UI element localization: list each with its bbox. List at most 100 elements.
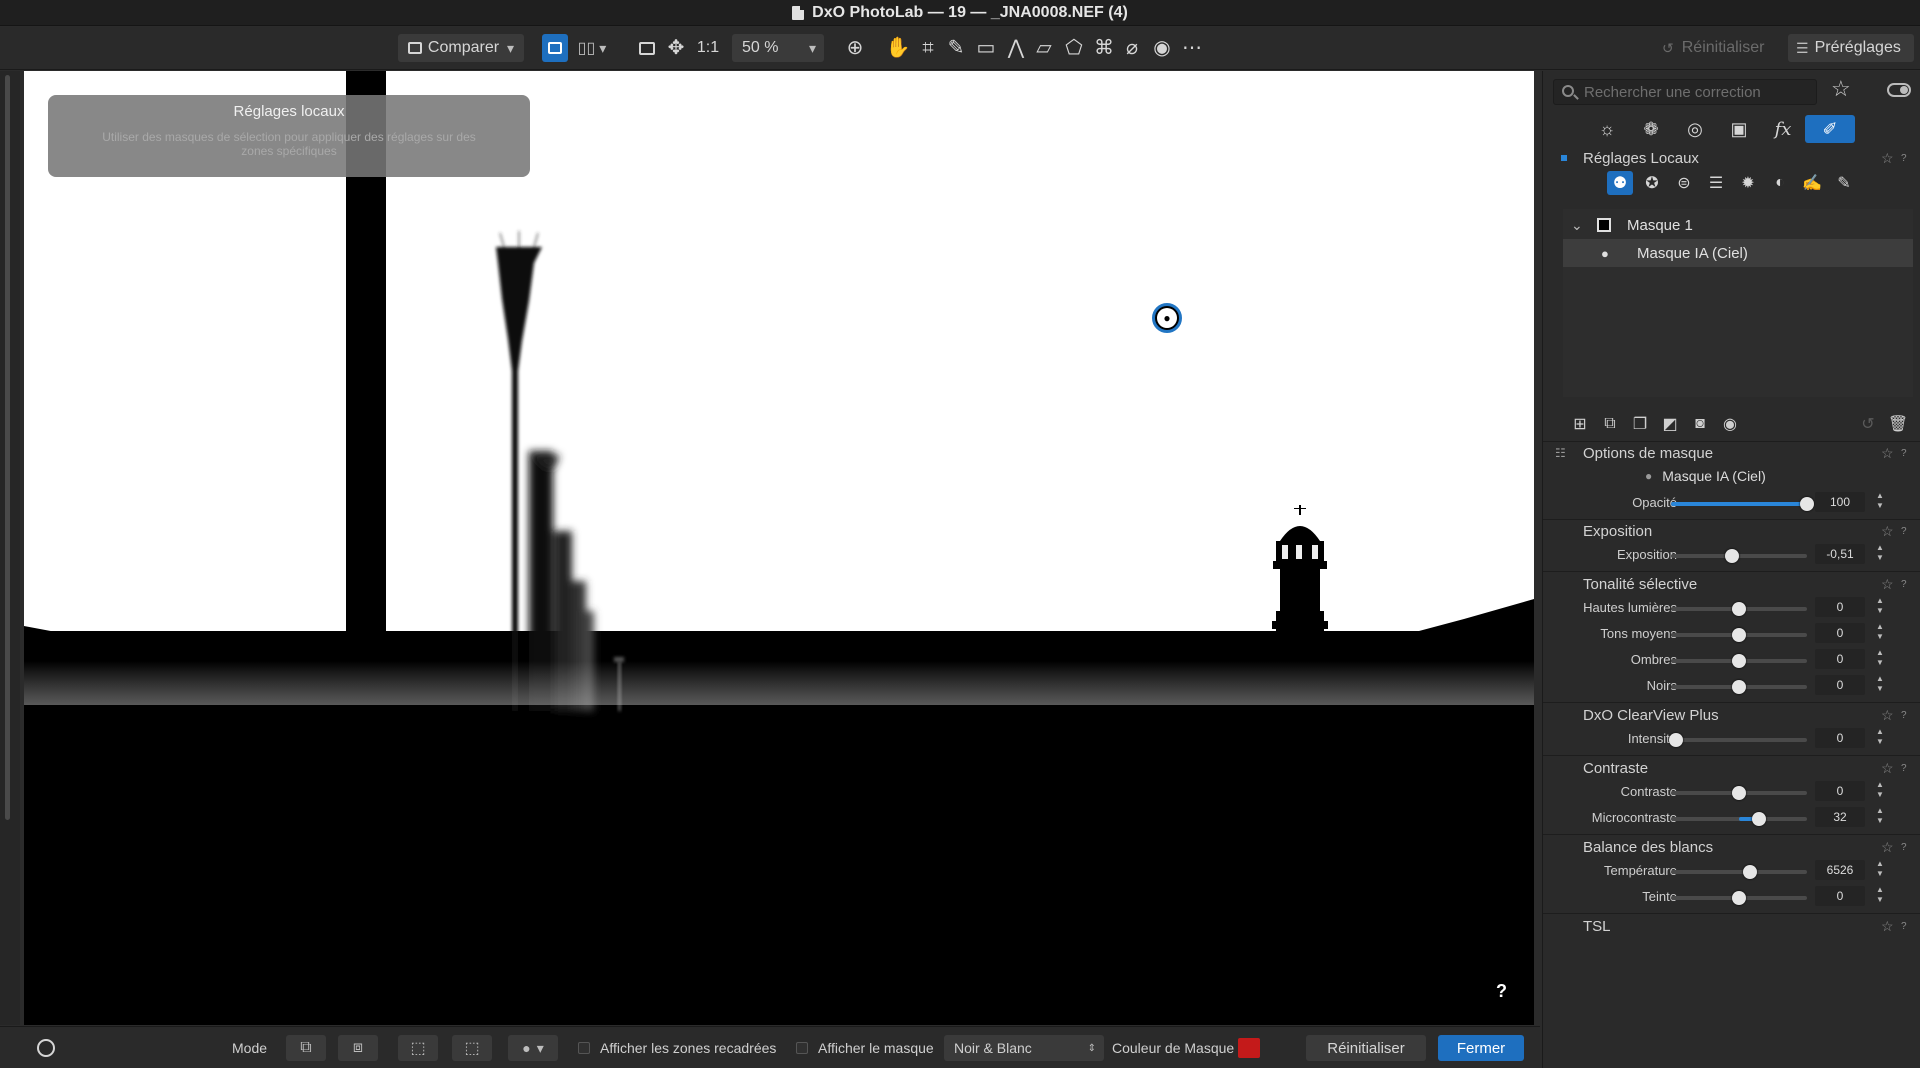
- single-view-button[interactable]: [542, 34, 568, 62]
- auto-mask-tool[interactable]: ✍: [1799, 171, 1825, 195]
- brush-tool[interactable]: ✎: [1831, 171, 1857, 195]
- show-cropped-toggle[interactable]: Afficher les zones recadrées: [578, 1035, 776, 1061]
- help-icon[interactable]: ?: [1901, 448, 1907, 459]
- exposure-stepper[interactable]: ▲ ▼: [1876, 543, 1884, 563]
- compare-button[interactable]: Comparer ▾: [398, 34, 524, 62]
- help-icon[interactable]: ?: [1901, 763, 1907, 774]
- star-icon[interactable]: ☆: [1881, 760, 1894, 777]
- clearview-value[interactable]: 0: [1815, 728, 1865, 748]
- close-button[interactable]: Fermer: [1438, 1035, 1524, 1061]
- opacity-value[interactable]: 100: [1815, 492, 1865, 512]
- delete-mask-button[interactable]: 🗑: [1885, 411, 1911, 437]
- star-icon[interactable]: ☆: [1881, 576, 1894, 593]
- ai-mask-pin[interactable]: ●: [1152, 303, 1182, 333]
- opacity-slider[interactable]: [1671, 497, 1814, 511]
- temperature-knob[interactable]: [1742, 865, 1757, 879]
- shadows-knob[interactable]: [1732, 654, 1746, 668]
- reset-all-button[interactable]: ↺ Réinitialiser: [1652, 34, 1780, 62]
- temperature-stepper[interactable]: ▲ ▼: [1876, 859, 1884, 879]
- midtones-knob[interactable]: [1732, 628, 1746, 642]
- show-mask-toggle[interactable]: Afficher le masque: [796, 1035, 934, 1061]
- crop-tool-button[interactable]: ⌗: [916, 34, 940, 62]
- tint-value[interactable]: 0: [1815, 886, 1865, 906]
- star-icon[interactable]: ☆: [1881, 839, 1894, 856]
- local-adjustments-header[interactable]: Réglages Locaux ☆ ?: [1543, 146, 1920, 170]
- contrast-value[interactable]: 0: [1815, 781, 1865, 801]
- contrast-stepper[interactable]: ▲ ▼: [1876, 780, 1884, 800]
- show-cropped-checkbox[interactable]: [578, 1042, 590, 1054]
- blacks-slider[interactable]: [1671, 680, 1807, 694]
- midtones-value[interactable]: 0: [1815, 623, 1865, 643]
- panel-toggle-icon[interactable]: [1887, 83, 1911, 97]
- tab-effects[interactable]: fx: [1761, 115, 1805, 143]
- shadows-slider[interactable]: [1671, 654, 1807, 668]
- graduated-filter-tool[interactable]: ☰: [1703, 171, 1729, 195]
- tint-stepper[interactable]: ▲ ▼: [1876, 885, 1884, 905]
- vertical-scrollbar[interactable]: [5, 75, 10, 820]
- tab-color[interactable]: ❁: [1629, 115, 1673, 143]
- tab-geometry[interactable]: ▣: [1717, 115, 1761, 143]
- add-submask-button[interactable]: ⧉: [1597, 411, 1623, 437]
- add-mask-button[interactable]: ⊞: [1567, 411, 1593, 437]
- clearview-knob[interactable]: [1669, 733, 1684, 747]
- perspective-rect-button[interactable]: ▱: [1032, 34, 1056, 62]
- horizon-tool-button[interactable]: ▭: [974, 34, 998, 62]
- duplicate-mask-button[interactable]: ❐: [1627, 411, 1653, 437]
- selection-add-button[interactable]: ⬚: [398, 1035, 438, 1061]
- invert-mask-button[interactable]: ◩: [1657, 411, 1683, 437]
- star-icon[interactable]: ☆: [1881, 150, 1894, 167]
- clearview-header[interactable]: DxO ClearView Plus ☆ ?: [1543, 703, 1920, 727]
- zoom-1-1-button[interactable]: 1:1: [694, 34, 722, 62]
- help-button[interactable]: ?: [1496, 981, 1507, 1002]
- tab-detail[interactable]: ◎: [1673, 115, 1717, 143]
- highlights-knob[interactable]: [1732, 602, 1746, 616]
- zoom-in-button[interactable]: ⊕: [842, 34, 868, 62]
- midtones-slider[interactable]: [1671, 628, 1807, 642]
- guides-button[interactable]: ⋯: [1180, 34, 1204, 62]
- help-icon[interactable]: ?: [1901, 153, 1907, 164]
- highlights-stepper[interactable]: ▲ ▼: [1876, 596, 1884, 616]
- search-field[interactable]: Rechercher une correction: [1553, 79, 1817, 105]
- highlights-slider[interactable]: [1671, 602, 1807, 616]
- contrast-knob[interactable]: [1732, 786, 1746, 800]
- mask-display-select[interactable]: Noir & Blanc ⇕: [944, 1035, 1104, 1061]
- reset-button[interactable]: Réinitialiser: [1306, 1035, 1426, 1061]
- contrast-slider[interactable]: [1671, 786, 1807, 800]
- mode-subtract-button[interactable]: ⧈: [338, 1035, 378, 1061]
- mask-options-header[interactable]: ☷ Options de masque ☆ ?: [1543, 441, 1920, 465]
- help-icon[interactable]: ?: [1901, 579, 1907, 590]
- split-view-button[interactable]: ▯▯ ▾: [572, 34, 612, 62]
- hand-tool-button[interactable]: ✋: [886, 34, 911, 62]
- star-icon[interactable]: ☆: [1881, 707, 1894, 724]
- microcontrast-value[interactable]: 32: [1815, 807, 1865, 827]
- perspective-8pt-button[interactable]: ⬠: [1062, 34, 1086, 62]
- mask-item-row[interactable]: ● Masque IA (Ciel): [1563, 239, 1913, 267]
- clearview-stepper[interactable]: ▲ ▼: [1876, 727, 1884, 747]
- repair-tool-button[interactable]: ⌀: [1120, 34, 1144, 62]
- control-line-tool[interactable]: ⊜: [1671, 171, 1697, 195]
- color-tool[interactable]: ◐: [1767, 171, 1793, 195]
- tint-slider[interactable]: [1671, 891, 1807, 905]
- zoom-select[interactable]: 50 % ▾: [732, 34, 824, 62]
- move-button[interactable]: ✥: [664, 34, 688, 62]
- blacks-value[interactable]: 0: [1815, 675, 1865, 695]
- favorites-star-icon[interactable]: ☆: [1831, 76, 1851, 102]
- microcontrast-slider[interactable]: [1671, 812, 1807, 826]
- star-icon[interactable]: ☆: [1881, 523, 1894, 540]
- temperature-slider[interactable]: [1671, 865, 1807, 879]
- help-icon[interactable]: ?: [1901, 526, 1907, 537]
- perspective-tool-button[interactable]: ⋀: [1004, 34, 1028, 62]
- brightness-tool[interactable]: ✹: [1735, 171, 1761, 195]
- temperature-value[interactable]: 6526: [1815, 860, 1865, 880]
- exposure-value[interactable]: -0,51: [1815, 544, 1865, 564]
- exposure-slider[interactable]: [1671, 549, 1807, 563]
- shadows-value[interactable]: 0: [1815, 649, 1865, 669]
- contrast-header[interactable]: Contraste ☆ ?: [1543, 756, 1920, 780]
- undo-button[interactable]: ↺: [1855, 411, 1881, 437]
- palette-toggle-button[interactable]: [34, 1035, 58, 1061]
- blacks-stepper[interactable]: ▲ ▼: [1876, 674, 1884, 694]
- image-viewer[interactable]: Réglages locaux Utiliser des masques de …: [24, 71, 1534, 1025]
- toggle-visibility-button[interactable]: ◉: [1717, 411, 1743, 437]
- help-icon[interactable]: ?: [1901, 921, 1907, 932]
- white-balance-picker-button[interactable]: ✎: [944, 34, 968, 62]
